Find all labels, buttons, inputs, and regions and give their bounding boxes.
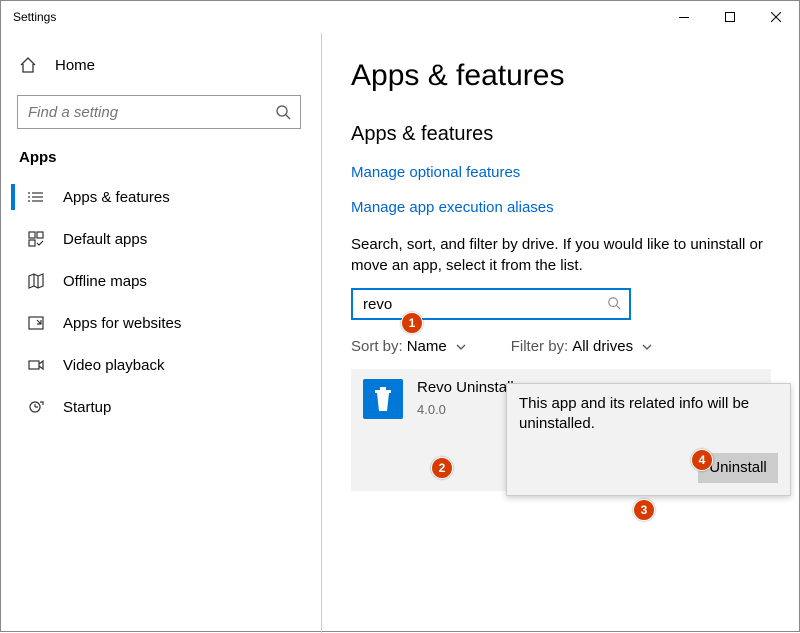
annotation-badge-3: 3 <box>633 499 655 521</box>
annotation-badge-2: 2 <box>431 457 453 479</box>
main-panel: Apps & features Apps & features Manage o… <box>321 33 799 631</box>
sidebar-item-default-apps[interactable]: Default apps <box>11 218 309 260</box>
annotation-badge-4: 4 <box>691 449 713 471</box>
description-text: Search, sort, and filter by drive. If yo… <box>351 234 771 276</box>
sidebar-item-apps-features[interactable]: Apps & features <box>11 176 309 218</box>
page-title: Apps & features <box>351 59 783 93</box>
sidebar-home[interactable]: Home <box>11 45 309 85</box>
map-icon <box>27 272 45 290</box>
search-icon <box>607 296 621 310</box>
sort-label: Sort by: <box>351 338 403 355</box>
sort-by-dropdown[interactable]: Sort by: Name <box>351 338 467 355</box>
video-icon <box>27 356 45 374</box>
defaults-icon <box>27 230 45 248</box>
home-label: Home <box>55 57 95 74</box>
sidebar-item-apps-for-websites[interactable]: Apps for websites <box>11 302 309 344</box>
startup-icon <box>27 398 45 416</box>
link-execution-aliases[interactable]: Manage app execution aliases <box>351 199 783 216</box>
list-icon <box>27 188 45 206</box>
popup-text: This app and its related info will be un… <box>519 394 778 435</box>
window-title: Settings <box>13 10 56 24</box>
sidebar-item-offline-maps[interactable]: Offline maps <box>11 260 309 302</box>
sidebar-item-label: Video playback <box>63 357 164 374</box>
find-setting-input[interactable] <box>17 95 301 129</box>
sidebar-item-label: Startup <box>63 399 111 416</box>
sort-value: Name <box>407 338 447 355</box>
filter-by-dropdown[interactable]: Filter by: All drives <box>511 338 653 355</box>
app-search-input[interactable] <box>351 288 631 320</box>
sidebar-item-label: Apps for websites <box>63 315 181 332</box>
link-optional-features[interactable]: Manage optional features <box>351 164 783 181</box>
chevron-down-icon <box>451 341 467 353</box>
sidebar-item-startup[interactable]: Startup <box>11 386 309 428</box>
close-button[interactable] <box>753 1 799 33</box>
websites-icon <box>27 314 45 332</box>
section-title: Apps & features <box>351 123 783 146</box>
sidebar: Home Apps Apps & features Default apps <box>1 33 321 631</box>
sidebar-item-label: Apps & features <box>63 189 170 206</box>
filter-label: Filter by: <box>511 338 569 355</box>
sidebar-item-label: Default apps <box>63 231 147 248</box>
window-controls <box>661 1 799 33</box>
sidebar-search[interactable] <box>17 95 301 129</box>
search-icon <box>275 104 291 120</box>
minimize-button[interactable] <box>661 1 707 33</box>
uninstall-confirm-popup: This app and its related info will be un… <box>506 383 791 496</box>
app-icon <box>363 379 403 419</box>
filter-value: All drives <box>572 338 633 355</box>
chevron-down-icon <box>637 341 653 353</box>
sidebar-section-title: Apps <box>11 143 309 176</box>
sidebar-item-label: Offline maps <box>63 273 147 290</box>
maximize-button[interactable] <box>707 1 753 33</box>
sidebar-item-video-playback[interactable]: Video playback <box>11 344 309 386</box>
titlebar: Settings <box>1 1 799 33</box>
app-search[interactable] <box>351 288 631 320</box>
annotation-badge-1: 1 <box>401 312 423 334</box>
home-icon <box>19 56 37 74</box>
